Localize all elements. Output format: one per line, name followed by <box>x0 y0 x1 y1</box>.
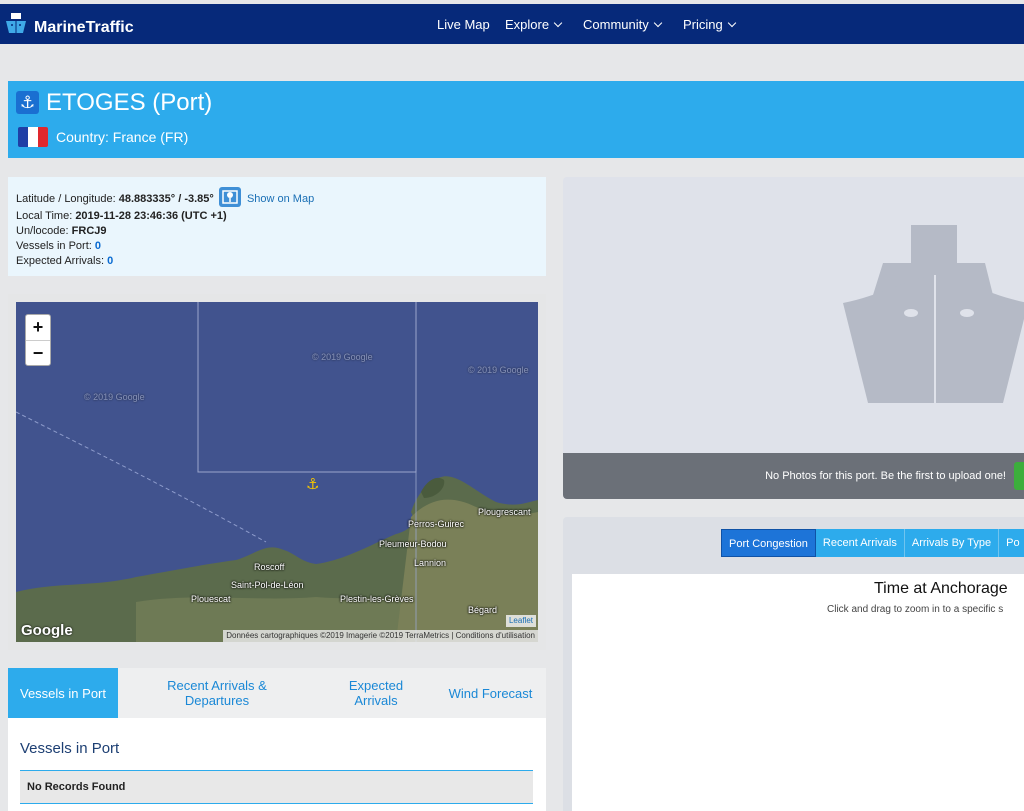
tab-recent-arrivals-departures[interactable]: Recent Arrivals & Departures <box>148 668 286 718</box>
place-pleumeur: Pleumeur-Bodou <box>379 539 447 549</box>
photo-footer: No Photos for this port. Be the first to… <box>563 453 1024 499</box>
map-container: © 2019 Google © 2019 Google © 2019 Googl… <box>8 294 546 650</box>
tab-expected-arrivals[interactable]: Expected Arrivals <box>328 668 424 718</box>
expected-arrivals-row: Expected Arrivals: 0 <box>16 255 114 267</box>
map-terrain <box>16 302 538 642</box>
port-anchor-marker-icon[interactable]: ⚓ <box>306 475 319 493</box>
tab-arrivals-by-type[interactable]: Arrivals By Type <box>904 529 1000 557</box>
tab-port-more[interactable]: Po <box>999 529 1024 557</box>
map-watermark: © 2019 Google <box>312 352 373 362</box>
map-pin-icon[interactable] <box>218 187 241 207</box>
place-begard: Bégard <box>468 605 498 615</box>
chart-tabs: Port Congestion Recent Arrivals Arrivals… <box>721 529 1024 557</box>
chevron-down-icon <box>727 18 736 28</box>
anchor-icon: ⚓ <box>16 91 39 114</box>
place-saint-pol: Saint-Pol-de-Léon <box>231 580 304 590</box>
port-photo-panel: No Photos for this port. Be the first to… <box>563 177 1024 499</box>
map-attribution[interactable]: Données cartographiques ©2019 Imagerie ©… <box>223 630 538 642</box>
upload-photo-button[interactable] <box>1014 462 1024 490</box>
tab-port-congestion[interactable]: Port Congestion <box>721 529 816 557</box>
map-watermark: © 2019 Google <box>84 392 145 402</box>
local-time-row: Local Time: 2019-11-28 23:46:36 (UTC +1) <box>16 210 227 222</box>
nav-pricing[interactable]: Pricing <box>683 17 736 32</box>
unlocode-value: FRCJ9 <box>71 225 107 237</box>
chevron-down-icon <box>553 18 563 28</box>
place-perros: Perros-Guirec <box>408 519 465 529</box>
top-navbar: MarineTraffic Live Map Explore Community… <box>0 4 1024 44</box>
tab-vessels-in-port[interactable]: Vessels in Port <box>8 668 118 718</box>
arrivals-count[interactable]: 0 <box>107 255 113 267</box>
port-map[interactable]: © 2019 Google © 2019 Google © 2019 Googl… <box>16 302 538 642</box>
place-plouescat: Plouescat <box>191 594 231 604</box>
ship-placeholder-icon <box>843 225 1024 403</box>
page-title: ETOGES (Port) <box>46 89 213 116</box>
unlocode-row: Un/locode: FRCJ9 <box>16 225 107 237</box>
chart-title: Time at Anchorage <box>874 580 1008 597</box>
vessels-in-port-row: Vessels in Port: 0 <box>16 240 102 252</box>
port-country: Country: France (FR) <box>56 129 189 145</box>
ship-logo-icon <box>6 13 26 33</box>
tab-wind-forecast[interactable]: Wind Forecast <box>448 668 533 718</box>
nav-live-map[interactable]: Live Map <box>437 17 490 32</box>
map-watermark: © 2019 Google <box>468 365 529 375</box>
nav-community[interactable]: Community <box>583 17 662 32</box>
zoom-in-button[interactable]: + <box>26 315 50 340</box>
show-on-map-link[interactable]: Show on Map <box>247 193 314 205</box>
google-logo: Google <box>21 622 73 639</box>
place-roscoff: Roscoff <box>254 562 285 572</box>
no-records-row: No Records Found <box>20 770 533 804</box>
chart-area[interactable]: Time at Anchorage Click and drag to zoom… <box>572 574 1024 811</box>
chart-panel: Port Congestion Recent Arrivals Arrivals… <box>563 517 1024 811</box>
nav-explore[interactable]: Explore <box>505 17 563 32</box>
latlon-label: Latitude / Longitude: <box>16 192 116 205</box>
zoom-out-button[interactable]: − <box>26 340 50 365</box>
france-flag-icon <box>18 127 48 147</box>
marinetraffic-logo[interactable]: MarineTraffic <box>2 11 134 39</box>
latlon-row: Latitude / Longitude: 48.883335° / -3.85… <box>16 187 314 209</box>
tab-recent-arrivals[interactable]: Recent Arrivals <box>815 529 905 557</box>
local-time-value: 2019-11-28 23:46:36 (UTC +1) <box>75 210 227 222</box>
place-lannion: Lannion <box>414 558 447 568</box>
latlon-value: 48.883335° / -3.85° <box>118 192 214 205</box>
port-info-box: Latitude / Longitude: 48.883335° / -3.85… <box>8 177 546 276</box>
chart-subtitle: Click and drag to zoom in to a specific … <box>827 604 1004 615</box>
no-photos-message: No Photos for this port. Be the first to… <box>765 470 1006 482</box>
port-header: ⚓ ETOGES (Port) Country: France (FR) <box>8 81 1024 158</box>
place-plestin: Plestin-les-Grèves <box>340 594 414 604</box>
zoom-control: + − <box>25 314 51 366</box>
port-tabs-panel: Vessels in Port Recent Arrivals & Depart… <box>8 668 546 811</box>
place-plougrescant: Plougrescant <box>478 507 531 517</box>
section-title: Vessels in Port <box>20 740 120 757</box>
port-tabs: Vessels in Port Recent Arrivals & Depart… <box>8 668 546 718</box>
leaflet-link[interactable]: Leaflet <box>505 615 536 627</box>
logo-text: MarineTraffic <box>34 19 134 36</box>
vessels-count[interactable]: 0 <box>95 240 101 252</box>
chevron-down-icon <box>653 18 662 28</box>
